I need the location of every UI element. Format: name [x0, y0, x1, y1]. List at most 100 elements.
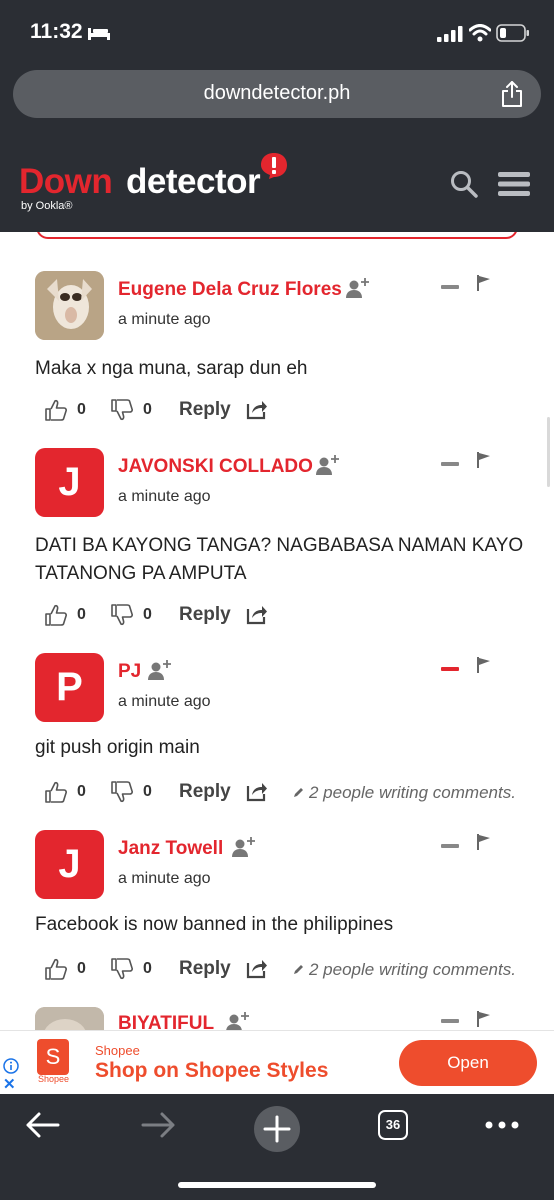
forward-arrow-icon[interactable] [141, 1110, 177, 1140]
url-text[interactable]: downdetector.ph [13, 82, 541, 105]
thumbs-down-icon[interactable] [111, 957, 133, 981]
comment-actions: 0 0 Reply 2 people writing comments. [35, 780, 545, 806]
sleep-bed-icon [88, 28, 110, 40]
shopee-logo-caption: Shopee [38, 1074, 70, 1084]
comment-body: git push origin main [35, 737, 200, 758]
tab-switcher-button[interactable]: 36 [378, 1110, 408, 1140]
avatar-photo-icon [35, 1007, 104, 1030]
logo-text-down[interactable]: Down [19, 162, 113, 202]
browser-toolbar: 36 [0, 1094, 554, 1200]
shopee-logo-icon[interactable]: S [37, 1039, 69, 1075]
comment-timestamp: a minute ago [118, 870, 211, 887]
thumbs-up-icon[interactable] [45, 957, 67, 981]
thumbs-up-icon[interactable] [45, 780, 67, 804]
follow-user-icon[interactable] [148, 659, 172, 681]
back-arrow-icon[interactable] [24, 1110, 60, 1140]
browser-top-chrome: 11:32 downdetector.ph Down detector by O… [0, 0, 554, 232]
wifi-icon [469, 24, 491, 42]
comment-timestamp: a minute ago [118, 488, 211, 505]
plus-icon [263, 1115, 291, 1143]
hamburger-menu-icon[interactable] [498, 170, 530, 198]
thumbs-down-icon[interactable] [111, 603, 133, 627]
collapse-icon[interactable] [441, 462, 459, 466]
follow-user-icon[interactable] [316, 454, 340, 476]
cell-signal-icon [437, 26, 463, 42]
thumbs-down-icon[interactable] [111, 398, 133, 422]
writing-indicator: 2 people writing comments. [293, 783, 516, 803]
comments-feed: Eugene Dela Cruz Flores a minute ago Mak… [0, 232, 554, 1030]
comment-actions: 0 0 Reply 2 people writing comments. [35, 957, 545, 983]
comment-actions: 0 0 Reply [35, 603, 545, 629]
share-comment-icon[interactable] [246, 398, 268, 420]
report-flag-icon[interactable] [477, 1011, 491, 1027]
share-icon[interactable] [501, 80, 523, 108]
comment-body: Facebook is now banned in the philippine… [35, 914, 394, 935]
reply-button[interactable]: Reply [179, 958, 231, 980]
ad-banner[interactable]: ✕ S Shopee Shopee Shop on Shopee Styles … [0, 1030, 554, 1094]
share-comment-icon[interactable] [246, 780, 268, 802]
more-options-icon[interactable] [484, 1120, 520, 1130]
follow-user-icon[interactable] [346, 277, 370, 299]
collapse-icon[interactable] [441, 844, 459, 848]
collapse-icon[interactable] [441, 667, 459, 671]
report-flag-icon[interactable] [477, 834, 491, 850]
new-tab-button[interactable] [254, 1106, 300, 1152]
collapse-icon[interactable] [441, 285, 459, 289]
thumbs-down-icon[interactable] [111, 780, 133, 804]
comment-author[interactable]: PJ [118, 661, 141, 683]
report-flag-icon[interactable] [477, 452, 491, 468]
avatar-photo-icon [35, 271, 104, 340]
report-flag-icon[interactable] [477, 657, 491, 673]
comment-box-edge [36, 232, 518, 239]
ad-brand: Shopee [95, 1043, 140, 1058]
dislike-count: 0 [143, 401, 152, 418]
dislike-count: 0 [143, 606, 152, 623]
battery-icon [496, 24, 529, 42]
avatar[interactable] [35, 271, 104, 340]
collapse-icon[interactable] [441, 1019, 459, 1023]
comment-author[interactable]: JAVONSKI COLLADO [118, 456, 313, 478]
like-count: 0 [77, 606, 86, 623]
comment-author[interactable]: Eugene Dela Cruz Flores [118, 279, 342, 301]
ad-close-icon[interactable]: ✕ [3, 1077, 16, 1092]
comment-author[interactable]: Janz Towell [118, 838, 223, 860]
reply-button[interactable]: Reply [179, 399, 231, 421]
logo-byline: by Ookla® [21, 200, 73, 212]
like-count: 0 [77, 401, 86, 418]
ad-headline[interactable]: Shop on Shopee Styles [95, 1059, 328, 1083]
avatar[interactable] [35, 1007, 104, 1030]
dislike-count: 0 [143, 783, 152, 800]
ad-open-button[interactable]: Open [399, 1040, 537, 1086]
avatar[interactable]: J [35, 448, 104, 517]
comment-body: Maka x nga muna, sarap dun eh [35, 358, 308, 379]
avatar[interactable]: P [35, 653, 104, 722]
reply-button[interactable]: Reply [179, 604, 231, 626]
search-icon[interactable] [450, 170, 478, 198]
share-comment-icon[interactable] [246, 603, 268, 625]
writing-indicator: 2 people writing comments. [293, 960, 516, 980]
comment-timestamp: a minute ago [118, 693, 211, 710]
share-comment-icon[interactable] [246, 957, 268, 979]
home-indicator[interactable] [178, 1182, 376, 1188]
comment-actions: 0 0 Reply [35, 398, 545, 424]
ad-info-icon[interactable] [3, 1058, 19, 1074]
like-count: 0 [77, 960, 86, 977]
comment-timestamp: a minute ago [118, 311, 211, 328]
logo-text-detector[interactable]: detector [126, 162, 261, 202]
report-flag-icon[interactable] [477, 275, 491, 291]
pencil-icon [294, 965, 303, 974]
follow-user-icon[interactable] [232, 836, 256, 858]
thumbs-up-icon[interactable] [45, 398, 67, 422]
scrollbar[interactable] [547, 417, 550, 487]
like-count: 0 [77, 783, 86, 800]
status-bar: 11:32 [0, 0, 554, 62]
writing-text: 2 people writing comments. [309, 960, 516, 979]
reply-button[interactable]: Reply [179, 781, 231, 803]
address-bar[interactable]: downdetector.ph [13, 70, 541, 118]
comment-author[interactable]: BIYATIFUL [118, 1013, 214, 1030]
thumbs-up-icon[interactable] [45, 603, 67, 627]
status-time: 11:32 [30, 20, 83, 43]
avatar[interactable]: J [35, 830, 104, 899]
writing-text: 2 people writing comments. [309, 783, 516, 802]
follow-user-icon[interactable] [226, 1011, 250, 1030]
